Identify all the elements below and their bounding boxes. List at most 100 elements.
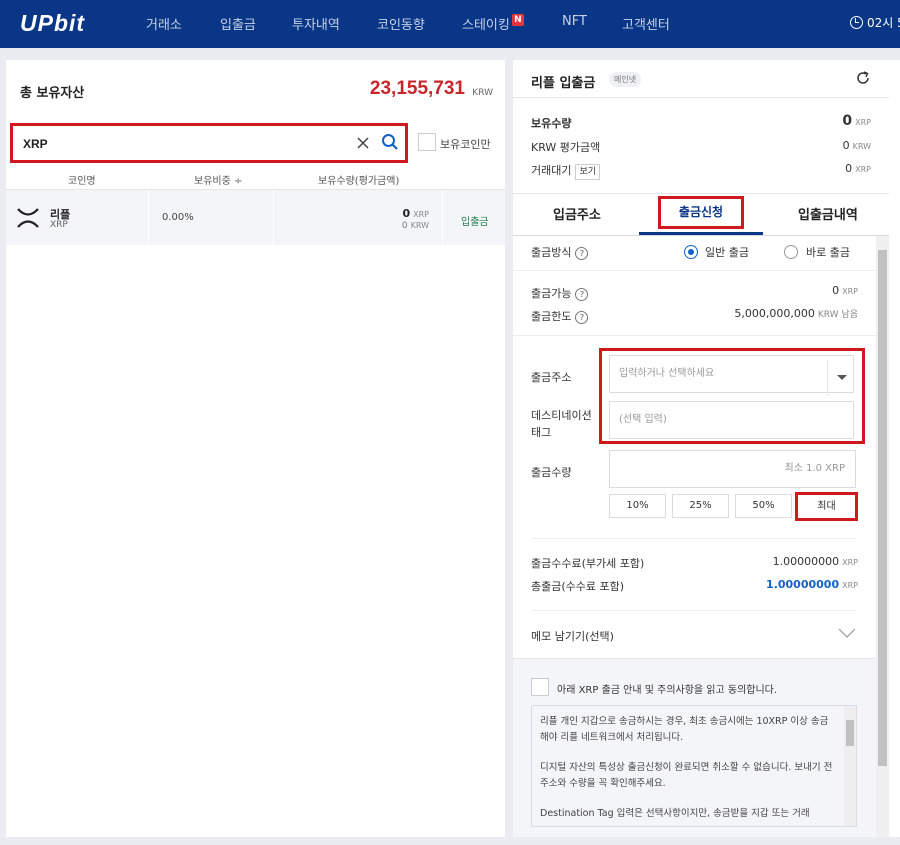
nav-support[interactable]: 고객센터 <box>622 14 670 33</box>
col-ratio[interactable]: 보유비중 ÷ <box>194 172 242 187</box>
divider <box>442 190 443 245</box>
method-normal-radio[interactable] <box>684 245 698 259</box>
tab-history[interactable]: 입출금내역 <box>798 204 858 223</box>
own-only-label: 보유코인만 <box>440 138 491 151</box>
divider <box>513 335 876 336</box>
available-unit: XRP <box>842 287 858 296</box>
tag-label-line1: 데스티네이션 <box>531 409 592 422</box>
panel-scroll-thumb[interactable] <box>878 250 887 766</box>
pending-value: 0 XRP <box>845 162 871 175</box>
method-normal-label[interactable]: 일반 출금 <box>705 244 749 260</box>
agree-label[interactable]: 아래 XRP 출금 안내 및 주의사항을 읽고 동의합니다. <box>557 681 777 696</box>
panel-scrollbar[interactable] <box>876 236 889 837</box>
total-assets-label: 총 보유자산 <box>20 86 85 101</box>
mainnet-badge: 메인넷 <box>609 72 642 87</box>
pending-label-text: 거래대기 <box>531 164 572 177</box>
divider <box>531 538 857 539</box>
method-label: 출금방식? <box>531 244 589 260</box>
tag-placeholder: (선택 입력) <box>619 414 667 425</box>
notice-scrollbar[interactable] <box>844 706 856 826</box>
coin-krw: 0 KRW <box>402 221 429 231</box>
help-icon[interactable]: ? <box>575 288 589 301</box>
coin-search-box <box>10 123 408 163</box>
notice-text-2: 디지털 자산의 특성상 출금신청이 완료되면 취소할 수 없습니다. 보내기 전… <box>540 762 833 789</box>
memo-label[interactable]: 메모 남기기(선택) <box>531 628 614 644</box>
search-icon[interactable] <box>381 133 399 151</box>
help-icon[interactable]: ? <box>575 247 589 260</box>
chevron-down-icon[interactable] <box>838 628 856 638</box>
upbit-logo[interactable]: UPbit <box>20 10 85 37</box>
refresh-icon[interactable] <box>855 70 871 86</box>
panel-title: 리플 입출금 <box>531 76 596 91</box>
total-withdraw-value: 1.00000000 XRP <box>766 578 858 591</box>
help-icon[interactable]: ? <box>575 311 589 324</box>
agree-checkbox[interactable] <box>531 678 549 696</box>
col-coin-name[interactable]: 코인명 <box>68 172 96 187</box>
assets-panel: 총 보유자산 23,155,731 KRW 보유코인만 코인명 보유비중 ÷ 보… <box>6 60 505 837</box>
deposit-withdraw-link[interactable]: 입출금 <box>461 213 489 228</box>
coin-qty-value: 0 <box>402 207 411 220</box>
xrp-logo-icon <box>17 208 39 228</box>
tab-deposit-address[interactable]: 입금주소 <box>553 204 601 223</box>
holding-value: 0 XRP <box>842 113 871 129</box>
limit-label-text: 출금한도 <box>531 310 572 323</box>
limit-value: 5,000,000,000 KRW 남음 <box>734 307 858 320</box>
withdraw-form: 출금방식? 일반 출금 바로 출금 출금가능? 0 XRP 출금한도? 5,000… <box>513 236 876 837</box>
nav-coin-trends[interactable]: 코인동향 <box>377 14 425 33</box>
own-only-checkbox[interactable] <box>418 133 436 151</box>
method-instant-radio[interactable] <box>784 245 798 259</box>
notice-text-1: 리플 개인 지갑으로 송금하시는 경우, 최초 송금시에는 10XRP 이상 송… <box>540 716 829 743</box>
max-button[interactable]: 최대 <box>795 492 858 521</box>
tab-withdraw-request[interactable]: 출금신청 <box>658 196 744 229</box>
available-value: 0 XRP <box>832 284 858 297</box>
nav-deposit-withdraw[interactable]: 입출금 <box>220 14 256 33</box>
fee-unit: XRP <box>842 558 858 567</box>
panel-tabs: 입금주소 출금신청 입출금내역 <box>513 194 889 236</box>
nav-exchange[interactable]: 거래소 <box>146 14 182 33</box>
withdraw-panel: 리플 입출금 메인넷 보유수량 0 XRP KRW 평가금액 0 KRW 거래대기 보… <box>513 60 889 837</box>
pending-label: 거래대기 보기 <box>531 162 601 180</box>
address-highlight: 입력하거나 선택하세요 (선택 입력) <box>599 348 865 444</box>
total-withdraw-label: 총출금(수수료 포함) <box>531 580 625 593</box>
nav-staking-label: 스테이킹 <box>462 18 510 33</box>
pct-25-button[interactable]: 25% <box>672 494 729 518</box>
limit-amount: 5,000,000,000 <box>734 307 815 320</box>
coin-qty: 0 XRP <box>402 207 429 220</box>
krw-eval-unit: KRW <box>852 142 871 151</box>
total-assets-unit: KRW <box>472 88 493 98</box>
pct-10-button[interactable]: 10% <box>609 494 666 518</box>
clock: 02시 5 <box>850 14 900 31</box>
destination-tag-input[interactable]: (선택 입력) <box>609 401 854 439</box>
clear-icon[interactable] <box>355 134 371 152</box>
address-dropdown-icon[interactable] <box>827 360 855 396</box>
total-assets-value: 23,155,731 <box>369 78 465 99</box>
notice-scroll-thumb[interactable] <box>846 720 854 746</box>
view-pending-button[interactable]: 보기 <box>575 164 601 180</box>
limit-unit: KRW 남음 <box>817 310 858 320</box>
divider <box>273 190 274 245</box>
available-label-text: 출금가능 <box>531 287 572 300</box>
fee-value: 1.00000000 XRP <box>773 555 858 568</box>
col-holding[interactable]: 보유수량(평가금액) <box>318 172 399 187</box>
nav-investments[interactable]: 투자내역 <box>292 14 340 33</box>
total-withdraw-unit: XRP <box>842 581 858 590</box>
coin-search-input[interactable] <box>23 134 343 154</box>
amount-input[interactable]: 최소 1.0 XRP <box>609 450 856 488</box>
address-input[interactable]: 입력하거나 선택하세요 <box>609 355 855 396</box>
fee-amount: 1.00000000 <box>772 555 840 568</box>
nav-staking[interactable]: 스테이킹 N <box>462 14 524 33</box>
new-badge: N <box>511 14 524 26</box>
krw-eval-amount: 0 <box>842 139 850 152</box>
asset-table-header: 코인명 보유비중 ÷ 보유수량(평가금액) <box>6 168 505 190</box>
method-label-text: 출금방식 <box>531 246 572 259</box>
amount-placeholder: 최소 1.0 XRP <box>784 463 846 474</box>
method-instant-label[interactable]: 바로 출금 <box>806 244 850 260</box>
table-row[interactable]: 리플 XRP 0.00% 0 XRP 0 KRW 입출금 <box>6 190 505 245</box>
limit-label: 출금한도? <box>531 308 589 324</box>
fee-label: 출금수수료(부가세 포함) <box>531 557 645 570</box>
divider <box>513 270 876 271</box>
krw-eval-label: KRW 평가금액 <box>531 141 601 154</box>
nav-nft[interactable]: NFT <box>562 14 587 29</box>
pct-50-button[interactable]: 50% <box>735 494 792 518</box>
clock-text: 02시 5 <box>867 16 900 30</box>
